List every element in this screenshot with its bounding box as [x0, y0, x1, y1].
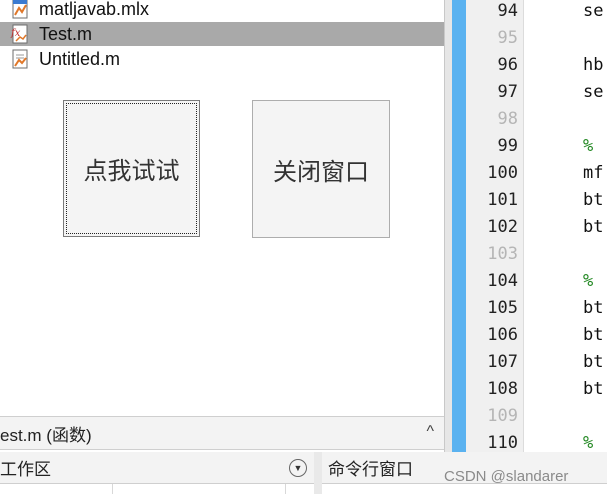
command-window-body[interactable] — [322, 484, 607, 494]
code-comment: % — [583, 433, 594, 453]
close-window-button[interactable]: 关闭窗口 — [252, 100, 390, 238]
line-number: 102 — [487, 217, 518, 237]
line-number: 99 — [497, 136, 518, 156]
code-line: bt — [583, 190, 604, 210]
line-number: 106 — [487, 325, 518, 345]
panel-menu-icon[interactable]: ▼ — [289, 459, 307, 477]
file-row-test-m[interactable]: fx Test.m — [0, 22, 444, 46]
watermark: CSDN @slandarer — [444, 468, 569, 485]
try-me-button[interactable]: 点我试试 — [63, 100, 200, 237]
line-number: 110 — [487, 433, 518, 453]
file-name: matljavab.mlx — [39, 0, 150, 19]
panel-splitter[interactable] — [314, 452, 322, 494]
collapse-caret-icon[interactable]: ^ — [426, 423, 434, 441]
code-comment: % — [583, 136, 594, 156]
code-line: hb — [583, 55, 604, 75]
line-number: 95 — [497, 28, 518, 48]
line-number: 101 — [487, 190, 518, 210]
line-number: 108 — [487, 379, 518, 399]
line-number: 97 — [497, 82, 518, 102]
command-window-title: 命令行窗口 — [328, 460, 413, 479]
breakpoint-bar[interactable] — [452, 0, 466, 452]
line-number: 105 — [487, 298, 518, 318]
file-name: Untitled.m — [39, 48, 121, 69]
line-number: 96 — [497, 55, 518, 75]
line-number: 98 — [497, 109, 518, 129]
code-line: mf — [583, 163, 604, 183]
file-name: Test.m — [39, 23, 93, 44]
code-line: se — [583, 82, 604, 102]
editor-splitter[interactable] — [444, 0, 452, 452]
code-line: bt — [583, 352, 604, 372]
function-file-icon: fx — [10, 24, 28, 44]
line-number: 94 — [497, 1, 518, 21]
code-line: bt — [583, 379, 604, 399]
code-folding-margin — [524, 0, 574, 452]
file-details-bar[interactable]: est.m (函数) ^ — [0, 416, 444, 450]
code-editor[interactable]: 94 se 95 96 hb 97 se 98 99% 100 mf 101 bt 102 bt 103 104… — [452, 0, 607, 453]
current-folder-panel: matljavab.mlx fx Test.m Untitled.m 点我试试 … — [0, 0, 444, 416]
file-row-untitled-m[interactable]: Untitled.m — [0, 47, 444, 71]
line-number: 103 — [487, 244, 518, 264]
column-divider — [112, 484, 113, 494]
code-line: se — [583, 1, 604, 21]
workspace-header: 工作区 ▼ — [0, 452, 314, 484]
line-number: 107 — [487, 352, 518, 372]
line-number: 100 — [487, 163, 518, 183]
workspace-body — [0, 484, 314, 494]
live-script-icon — [12, 0, 28, 19]
script-file-icon — [12, 49, 28, 69]
line-number: 104 — [487, 271, 518, 291]
details-text: est.m (函数) — [0, 425, 92, 445]
file-row-matljavab[interactable]: matljavab.mlx — [0, 0, 444, 21]
column-divider — [285, 484, 286, 494]
code-line: bt — [583, 325, 604, 345]
code-line: bt — [583, 298, 604, 318]
code-line: bt — [583, 217, 604, 237]
line-number: 109 — [487, 406, 518, 426]
code-comment: % — [583, 271, 594, 291]
workspace-title: 工作区 — [0, 460, 51, 479]
